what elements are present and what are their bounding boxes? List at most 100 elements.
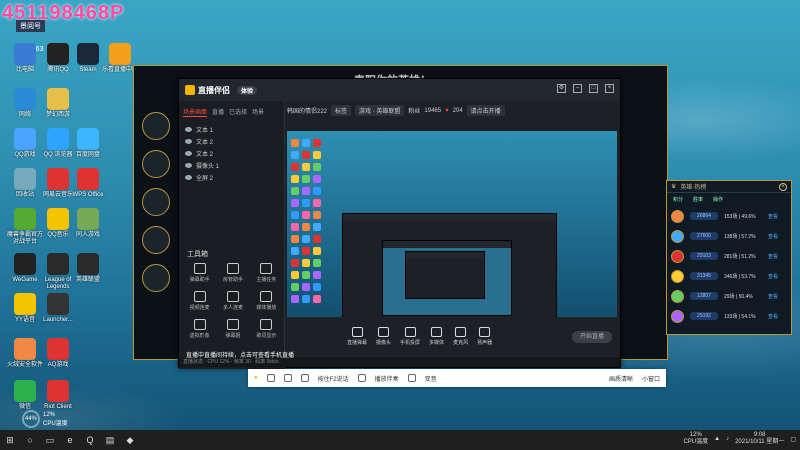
maximize-icon[interactable]: □ [589, 84, 598, 93]
mic-icon[interactable] [266, 374, 275, 382]
ranking-score: 25192 [690, 312, 718, 320]
live-assistant-taskbar-icon[interactable]: ▤ [100, 430, 120, 450]
ranking-score: 27600 [690, 232, 718, 240]
launcher-nav-button[interactable] [142, 226, 170, 254]
desktop-icon[interactable]: AQ游戏 [38, 338, 78, 369]
control-button[interactable]: 摄像头 [376, 327, 391, 346]
live-window-titlebar[interactable]: 直播伴侣 体验 ⚙ – □ × [179, 79, 620, 101]
control-label: 多媒体 [429, 340, 445, 346]
notification-icon[interactable]: ▢ [790, 436, 796, 443]
toolbar-item[interactable]: 变音 [425, 374, 437, 383]
stream-tag[interactable]: 标签 [331, 105, 352, 116]
eye-icon[interactable] [185, 126, 192, 132]
toolbar-right-item[interactable]: 画质清晰 [609, 374, 633, 383]
close-icon[interactable]: × [779, 182, 787, 191]
speaker-icon[interactable] [283, 374, 292, 382]
source-item[interactable]: 全屏 2 [179, 171, 284, 183]
game-taskbar-icon[interactable]: ◆ [120, 430, 140, 450]
desktop-icon[interactable]: WPS Office [68, 168, 108, 199]
tool-button[interactable]: 弹幕姬 [216, 319, 249, 339]
settings-icon[interactable]: ⚙ [557, 84, 566, 93]
tool-button[interactable]: 多人连麦 [216, 291, 249, 311]
tool-button[interactable]: 媒体播放 [250, 291, 283, 311]
ranking-score: 26864 [690, 212, 718, 220]
ranking-record: 29场 | 50.4% [724, 293, 753, 300]
tool-button[interactable]: 房管助手 [216, 263, 249, 283]
live-notice: 直播中直播间持续，点击可查看手机直播 [186, 353, 295, 359]
start-live-button[interactable]: 开始直播 [572, 331, 612, 343]
preview-desktop-icon [302, 211, 310, 219]
tool-icon [226, 319, 239, 330]
clock[interactable]: 9:08 2021/10/11 星期一 [735, 432, 784, 446]
ranking-view-link[interactable]: 查看 [768, 253, 778, 260]
stream-title[interactable]: 韩国的情侣222 [287, 106, 327, 115]
tool-button[interactable]: 弹幕助手 [183, 263, 216, 283]
ranking-view-link[interactable]: 查看 [768, 213, 778, 220]
source-item[interactable]: 文本 2 [179, 135, 284, 147]
launcher-nav-button[interactable] [142, 112, 170, 140]
tray-cpu-label: CPU温度 [683, 439, 709, 445]
tab-3[interactable]: 场景 [252, 107, 264, 117]
toolbar-item[interactable]: 播放伴奏 [375, 374, 399, 383]
ranking-view-link[interactable]: 查看 [768, 233, 778, 240]
ranking-record: 138场 | 57.2% [724, 233, 756, 240]
preview-desktop-icon [302, 175, 310, 183]
tool-icon [193, 291, 206, 302]
tab-0[interactable]: 场景画面 [183, 107, 208, 117]
search-icon[interactable]: ○ [20, 430, 40, 450]
preview-desktop-icon [313, 187, 321, 195]
toolbar-right-item[interactable]: 小窗口 [642, 374, 660, 383]
control-button[interactable]: 直播弹幕 [347, 327, 367, 346]
eye-icon[interactable] [185, 138, 192, 144]
desktop-icon[interactable]: 梦幻西游 [38, 88, 78, 119]
launcher-nav-button[interactable] [142, 188, 170, 216]
tool-button[interactable]: 歌词显示 [250, 319, 283, 339]
desktop-icon[interactable]: Launcher... [38, 293, 78, 324]
preview-desktop-icon [313, 139, 321, 147]
close-icon[interactable]: × [605, 84, 614, 93]
app-name: 直播伴侣 [198, 85, 230, 95]
task-view-icon[interactable]: ▭ [40, 430, 60, 450]
launcher-nav-button[interactable] [142, 150, 170, 178]
qq-browser-icon[interactable]: Q [80, 430, 100, 450]
control-button[interactable]: 多媒体 [429, 327, 444, 346]
tool-button[interactable]: 视频连麦 [183, 291, 216, 311]
tab-2[interactable]: 已选择 [229, 107, 247, 117]
stream-preview[interactable] [287, 131, 617, 317]
desktop-icon[interactable]: Riot Client [38, 380, 78, 411]
control-button[interactable]: 手机投屏 [400, 327, 420, 346]
live-assistant-window[interactable]: 直播伴侣 体验 ⚙ – □ × 场景画面 直播 已选择 场景 文本 1 文本 2 文本 2… [178, 78, 621, 369]
source-label: 摄像头 1 [196, 163, 220, 170]
stream-category[interactable]: 游戏 · 英雄联盟 [355, 105, 405, 116]
control-button[interactable]: 麦克风 [453, 327, 468, 346]
minimize-icon[interactable]: – [573, 84, 582, 93]
app-icon [14, 293, 36, 315]
ranking-row: 26864 153场 | 49.6% 查看 [667, 206, 791, 226]
windows-start-icon[interactable]: ⊞ [0, 430, 20, 450]
source-item[interactable]: 文本 1 [179, 123, 284, 135]
ranking-view-link[interactable]: 查看 [768, 313, 778, 320]
ranking-view-link[interactable]: 查看 [768, 293, 778, 300]
control-button[interactable]: 扬声器 [477, 327, 492, 346]
desktop-icon[interactable]: 英雄联盟 [68, 253, 108, 284]
hero-avatar [671, 229, 684, 243]
volume-icon[interactable]: ♪ [726, 436, 729, 442]
edge-icon[interactable]: e [60, 430, 80, 450]
source-item[interactable]: 摄像头 1 [179, 159, 284, 171]
toolbar-item[interactable]: 按住F2说话 [318, 374, 349, 383]
launcher-nav-button[interactable] [142, 264, 170, 292]
ranking-view-link[interactable]: 查看 [768, 273, 778, 280]
tool-button[interactable]: 主播任务 [250, 263, 283, 283]
eye-icon[interactable] [185, 174, 192, 180]
desktop-icon[interactable]: 同人游戏 [68, 208, 108, 239]
stream-status: 请点击开播 [466, 105, 505, 116]
eye-icon[interactable] [185, 150, 192, 156]
ranking-record: 153场 | 49.6% [724, 213, 756, 220]
tab-1[interactable]: 直播 [212, 107, 224, 117]
eye-icon[interactable] [185, 162, 192, 168]
tool-button[interactable]: 虚拟形象 [183, 319, 216, 339]
network-icon[interactable]: ▲ [714, 436, 720, 442]
desktop-icon[interactable]: 百度网盘 [68, 128, 108, 159]
bottom-toolbar: ● 按住F2说话 播放伴奏 变音 画质清晰 小窗口 [248, 369, 666, 387]
source-item[interactable]: 文本 2 [179, 147, 284, 159]
